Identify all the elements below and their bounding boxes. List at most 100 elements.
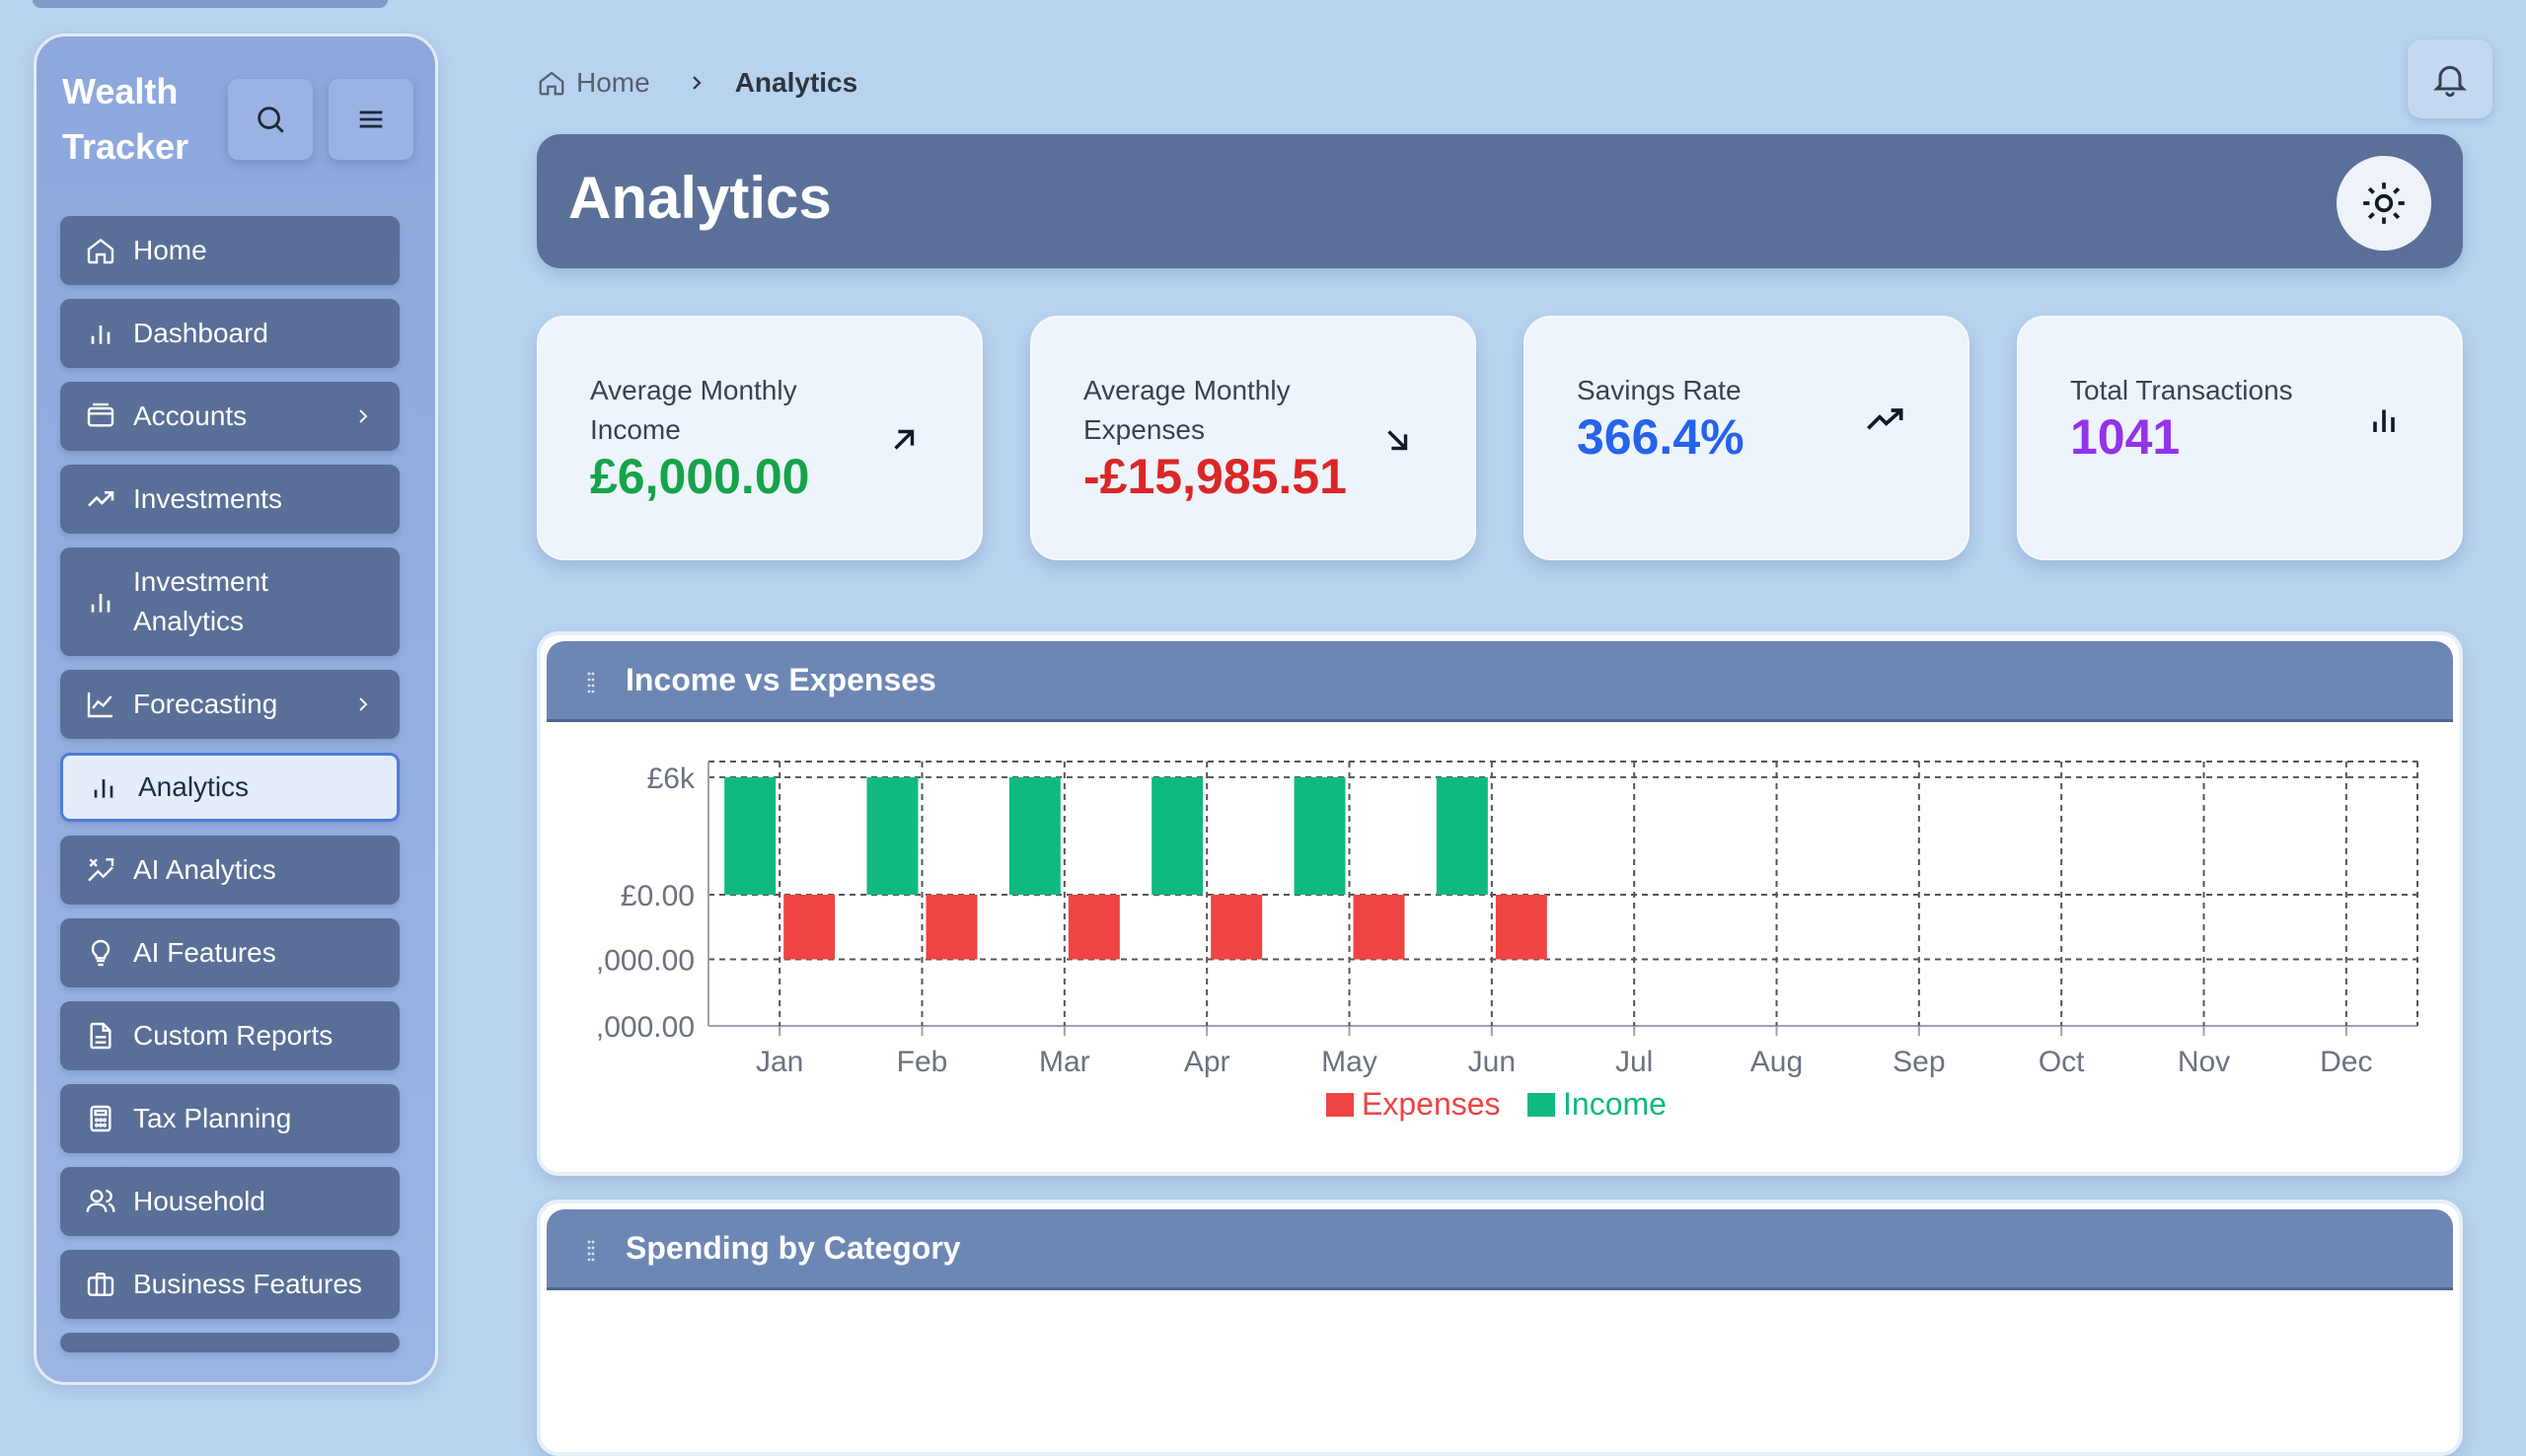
x-tick-label: Jul — [1615, 1046, 1653, 1078]
line-chart-icon — [84, 688, 117, 721]
spending-by-category-panel: Spending by Category — [537, 1200, 2463, 1456]
sidebar-item-forecasting[interactable]: Forecasting — [60, 670, 400, 739]
sidebar-item-household[interactable]: Household — [60, 1167, 400, 1236]
hamburger-icon — [359, 110, 383, 128]
chevron-right-icon — [359, 697, 368, 711]
brand-title-line2: Tracker — [62, 126, 189, 167]
expenses-bar — [1353, 894, 1405, 960]
sidebar-item-accounts[interactable]: Accounts — [60, 382, 400, 451]
sidebar-item-analytics[interactable]: Analytics — [60, 753, 400, 822]
y-tick-label: £0.00 — [621, 880, 695, 912]
brand-title: Wealth Tracker — [62, 64, 220, 175]
wallet-icon — [84, 400, 117, 433]
expenses-bar — [1068, 894, 1120, 960]
legend-swatch-income — [1527, 1093, 1555, 1117]
kpi-label: Average Monthly Expenses — [1083, 375, 1291, 445]
breadcrumb: Home Analytics — [537, 63, 857, 103]
drag-handle-icon[interactable] — [586, 671, 596, 694]
kpi-value: 1041 — [2070, 409, 2181, 465]
sidebar-item-ai-features[interactable]: AI Features — [60, 918, 400, 987]
x-tick-label: Dec — [2320, 1046, 2372, 1078]
income-bar — [866, 776, 919, 895]
bar-chart-icon — [87, 770, 120, 804]
income-bar — [724, 776, 777, 895]
lightbulb-icon — [84, 936, 117, 970]
kpi-card-income: Average Monthly Income £6,000.00 — [537, 316, 983, 560]
bell-icon — [2433, 65, 2467, 98]
briefcase-icon — [84, 1268, 117, 1301]
top-scroll-indicator — [33, 0, 388, 8]
expenses-bar — [1495, 894, 1547, 960]
panel-header: Spending by Category — [547, 1209, 2453, 1290]
x-tick-label: Aug — [1750, 1046, 1803, 1078]
theme-toggle-button[interactable] — [2337, 156, 2431, 251]
sidebar-item-label: AI Features — [133, 937, 276, 968]
breadcrumb-home-link[interactable]: Home — [576, 67, 650, 99]
x-tick-label: May — [1321, 1046, 1377, 1078]
notifications-button[interactable] — [2408, 39, 2492, 118]
panel-title: Income vs Expenses — [626, 662, 936, 697]
legend-swatch-expenses — [1326, 1093, 1354, 1117]
search-icon — [258, 107, 284, 133]
panel-title: Spending by Category — [626, 1230, 961, 1266]
sidebar-item-label: Accounts — [133, 400, 248, 431]
income-bar — [1436, 776, 1488, 895]
sidebar-item-label: Business Features — [133, 1269, 362, 1299]
sidebar-item-label: Tax Planning — [133, 1103, 292, 1133]
kpi-card-expenses: Average Monthly Expenses -£15,985.51 — [1030, 316, 1476, 560]
sidebar-item-investment-analytics[interactable]: Investment Analytics — [60, 547, 400, 656]
y-tick-label: £6k — [647, 763, 696, 795]
chevron-right-icon — [359, 409, 368, 423]
bar-chart-icon — [2364, 400, 2404, 440]
kpi-card-total-transactions: Total Transactions 1041 — [2017, 316, 2463, 560]
expenses-bar — [783, 894, 836, 960]
sidebar-item-home[interactable]: Home — [60, 216, 400, 285]
sidebar-item-custom-reports[interactable]: Custom Reports — [60, 1001, 400, 1070]
sidebar-item-business-features[interactable]: Business Features — [60, 1250, 400, 1319]
breadcrumb-current: Analytics — [734, 67, 858, 98]
ai-sparkle-icon — [84, 853, 117, 887]
income-bar — [1294, 776, 1346, 895]
kpi-label: Savings Rate — [1577, 375, 1742, 405]
sidebar-item-label: Analytics — [138, 771, 250, 802]
kpi-value: 366.4% — [1577, 409, 1745, 465]
trending-up-icon — [1859, 400, 1910, 440]
sidebar-item-label: Dashboard — [133, 318, 268, 348]
page-title: Analytics — [568, 165, 832, 231]
search-button[interactable] — [228, 79, 313, 160]
bar-chart-icon — [84, 585, 117, 619]
sidebar: Wealth Tracker Home Dashboard Accounts I… — [34, 34, 438, 1385]
expenses-bar — [1211, 894, 1263, 960]
sidebar-item-label: Custom Reports — [133, 1020, 334, 1051]
y-tick-label: ,000.00 — [596, 1011, 695, 1044]
sidebar-item-label: Investments — [133, 483, 282, 514]
panel-header: Income vs Expenses — [547, 641, 2453, 722]
x-tick-label: Mar — [1039, 1046, 1090, 1078]
kpi-value: -£15,985.51 — [1083, 449, 1347, 504]
x-tick-label: Jan — [756, 1046, 803, 1078]
chevron-right-icon — [692, 76, 702, 90]
x-tick-label: Nov — [2178, 1046, 2230, 1078]
sidebar-item-label: Home — [133, 235, 207, 265]
trending-up-icon — [84, 482, 117, 516]
expenses-bar — [926, 894, 978, 960]
page-header: Analytics — [537, 134, 2463, 268]
sidebar-item-label: Forecasting — [133, 689, 278, 719]
x-tick-label: Apr — [1184, 1046, 1230, 1078]
home-icon — [84, 234, 117, 267]
sun-icon — [2363, 182, 2405, 224]
x-tick-label: Jun — [1468, 1046, 1516, 1078]
x-tick-label: Oct — [2039, 1046, 2085, 1078]
menu-toggle-button[interactable] — [329, 79, 413, 160]
sidebar-item-tax-planning[interactable]: Tax Planning — [60, 1084, 400, 1153]
sidebar-item-ai-analytics[interactable]: AI Analytics — [60, 836, 400, 905]
legend-label-expenses: Expenses — [1362, 1086, 1501, 1122]
sidebar-item-partial[interactable] — [60, 1333, 400, 1352]
sidebar-item-investments[interactable]: Investments — [60, 465, 400, 534]
arrow-up-right-icon — [884, 420, 924, 460]
y-tick-label: ,000.00 — [596, 945, 695, 978]
income-bar — [1152, 776, 1204, 895]
drag-handle-icon[interactable] — [586, 1239, 596, 1263]
legend-label-income: Income — [1563, 1086, 1667, 1122]
sidebar-item-dashboard[interactable]: Dashboard — [60, 299, 400, 368]
